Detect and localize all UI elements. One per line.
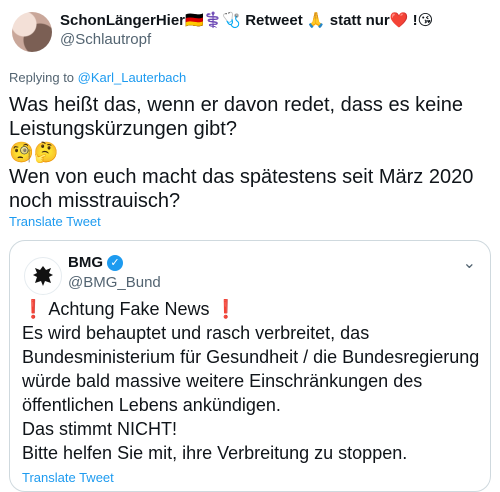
federal-eagle-icon	[33, 266, 53, 286]
author-avatar[interactable]	[12, 12, 52, 52]
quoted-author-avatar[interactable]	[24, 257, 62, 295]
tweet-text: Was heißt das, wenn er davon redet, dass…	[9, 93, 489, 213]
quoted-author-handle[interactable]: @BMG_Bund	[68, 274, 161, 292]
quoted-header: BMG ✓ @BMG_Bund	[68, 254, 161, 292]
quoted-text: ❗ Achtung Fake News ❗ Es wird behauptet …	[22, 297, 482, 465]
quoted-line: Bitte helfen Sie mit, ihre Verbreitung z…	[22, 443, 408, 463]
quoted-line: Es wird behauptet und rasch verbreitet, …	[22, 323, 480, 415]
tweet-line: 🧐🤔	[9, 142, 59, 164]
tweet-header: SchonLängerHier🇩🇪⚕️🩺 Retweet 🙏 statt nur…	[60, 12, 484, 49]
verified-badge-icon: ✓	[107, 255, 123, 271]
quoted-line: Das stimmt NICHT!	[22, 419, 177, 439]
quoted-tweet[interactable]: BMG ✓ @BMG_Bund ⌄ ❗ Achtung Fake News ❗ …	[9, 240, 491, 492]
reply-mention-link[interactable]: @Karl_Lauterbach	[78, 70, 187, 85]
author-name[interactable]: SchonLängerHier🇩🇪⚕️🩺 Retweet 🙏 statt nur…	[60, 12, 484, 30]
chevron-down-icon[interactable]: ⌄	[463, 253, 476, 273]
reply-context: Replying to @Karl_Lauterbach	[9, 70, 186, 85]
author-handle[interactable]: @Schlautropf	[60, 31, 484, 49]
reply-prefix: Replying to	[9, 70, 75, 85]
tweet-line: Was heißt das, wenn er davon redet, dass…	[9, 94, 463, 140]
quoted-name-row: BMG ✓	[68, 254, 161, 272]
translate-tweet-link[interactable]: Translate Tweet	[9, 214, 101, 229]
quoted-author-name[interactable]: BMG	[68, 254, 103, 272]
tweet-line: Wen von euch macht das spätestens seit M…	[9, 166, 474, 212]
quoted-line: ❗ Achtung Fake News ❗	[22, 299, 237, 319]
